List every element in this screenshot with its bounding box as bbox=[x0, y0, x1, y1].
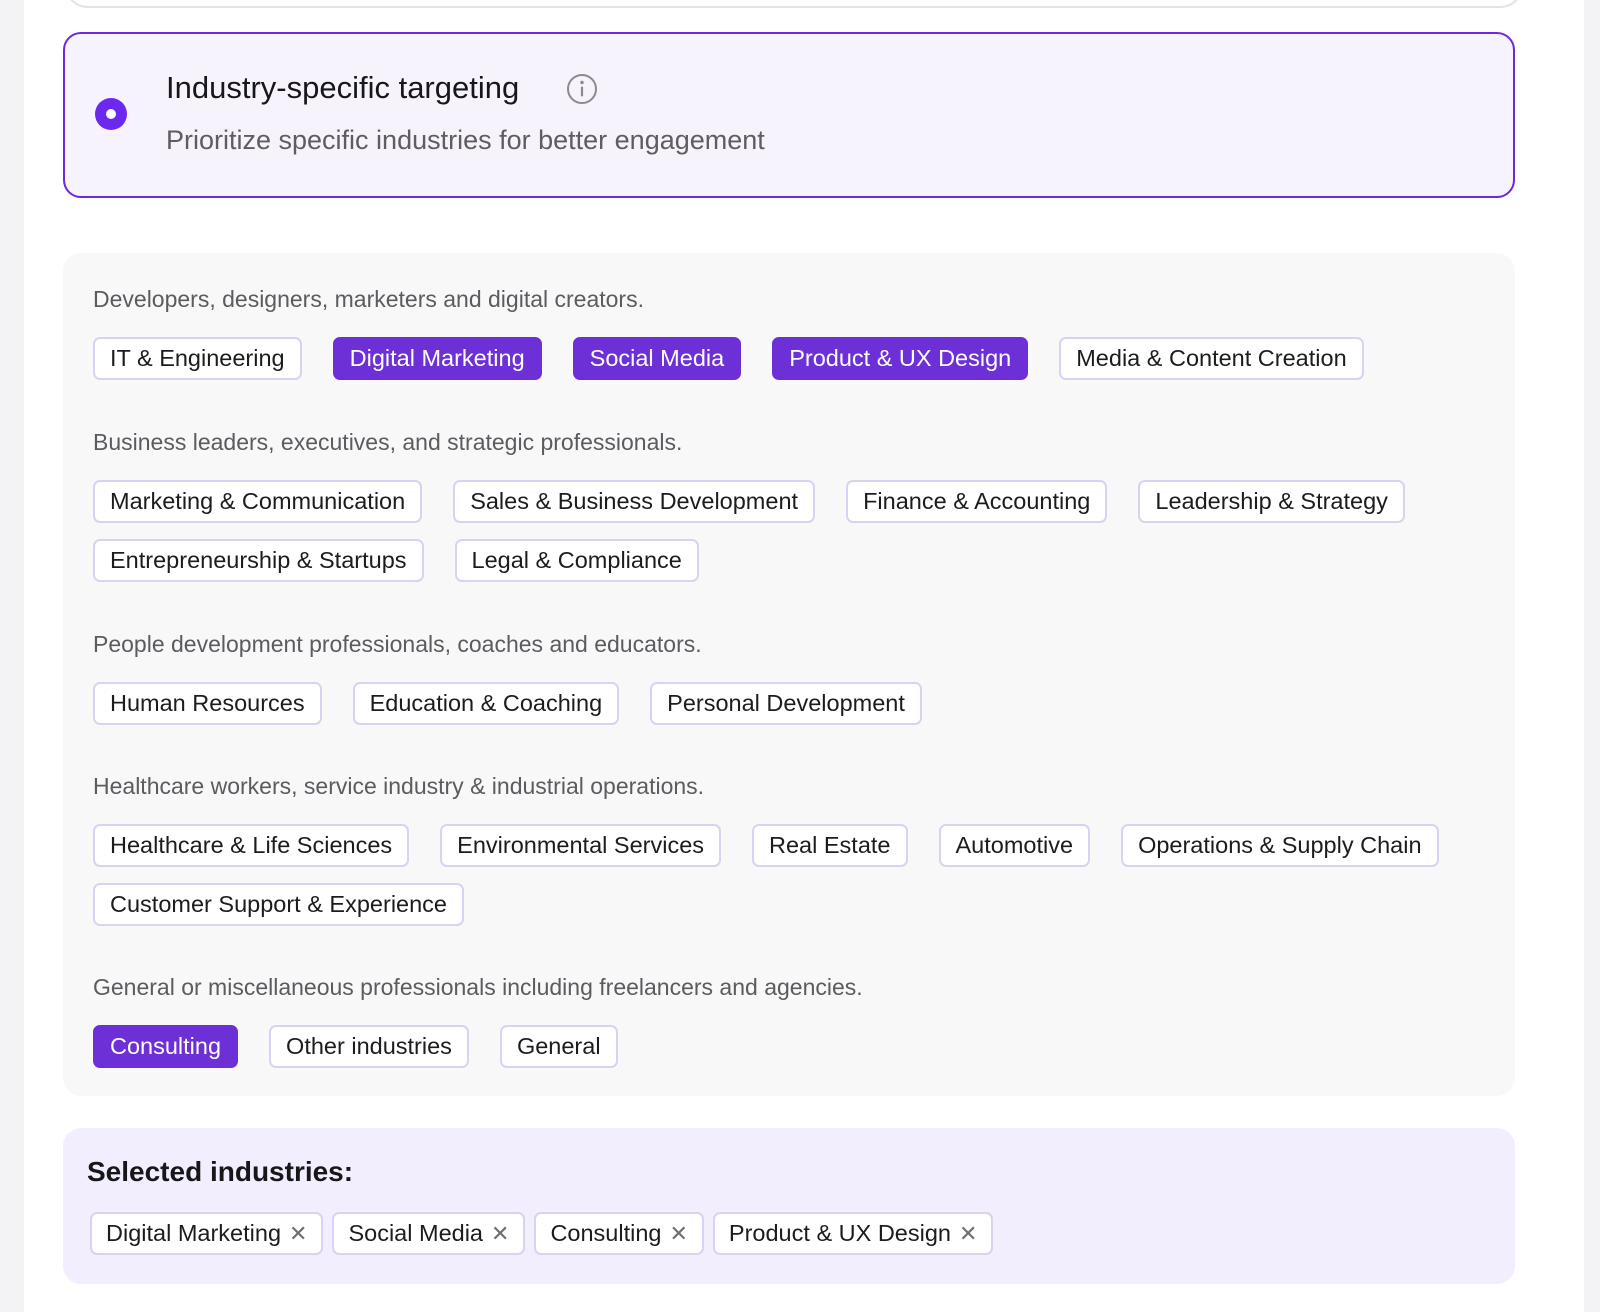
industry-chip[interactable]: Marketing & Communication bbox=[93, 480, 423, 523]
industry-chip[interactable]: Finance & Accounting bbox=[846, 480, 1108, 523]
industry-chip[interactable]: Healthcare & Life Sciences bbox=[93, 824, 410, 867]
chip-list: Human Resources Education & Coaching Per… bbox=[93, 682, 1493, 725]
industry-chip[interactable]: Sales & Business Development bbox=[453, 480, 816, 523]
group-caption: People development professionals, coache… bbox=[93, 631, 702, 657]
industry-chip[interactable]: Media & Content Creation bbox=[1059, 337, 1364, 380]
radio-selected-icon[interactable] bbox=[95, 98, 127, 130]
remove-icon[interactable]: ✕ bbox=[289, 1214, 307, 1253]
remove-icon[interactable]: ✕ bbox=[959, 1214, 977, 1253]
selected-chip-label: Consulting bbox=[550, 1220, 662, 1246]
remove-icon[interactable]: ✕ bbox=[669, 1214, 687, 1253]
industry-targeting-option[interactable]: Industry-specific targeting Prioritize s… bbox=[63, 32, 1515, 198]
chip-list: Consulting Other industries General bbox=[93, 1025, 1493, 1068]
selected-industries-title: Selected industries: bbox=[87, 1156, 354, 1187]
selected-chip: Consulting ✕ bbox=[534, 1212, 704, 1255]
industry-chip[interactable]: Operations & Supply Chain bbox=[1121, 824, 1439, 867]
chip-list: IT & Engineering Digital Marketing Socia… bbox=[93, 337, 1493, 380]
remove-icon[interactable]: ✕ bbox=[491, 1214, 509, 1253]
chip-list: Healthcare & Life Sciences Environmental… bbox=[93, 824, 1493, 926]
group-caption: Business leaders, executives, and strate… bbox=[93, 429, 683, 455]
settings-panel: Industry-specific targeting Prioritize s… bbox=[24, 0, 1584, 1312]
industry-chip[interactable]: Personal Development bbox=[650, 682, 922, 725]
industry-group: People development professionals, coache… bbox=[93, 628, 1493, 725]
chip-list: Marketing & Communication Sales & Busine… bbox=[93, 480, 1493, 582]
group-caption: Healthcare workers, service industry & i… bbox=[93, 773, 705, 799]
selected-chip-label: Product & UX Design bbox=[728, 1220, 951, 1246]
selected-chip-list: Digital Marketing ✕ Social Media ✕ Consu… bbox=[90, 1212, 994, 1255]
industry-chip[interactable]: Social Media bbox=[572, 337, 742, 380]
industry-chip[interactable]: Leadership & Strategy bbox=[1138, 480, 1405, 523]
info-icon[interactable] bbox=[566, 73, 598, 105]
industry-chip[interactable]: Education & Coaching bbox=[352, 682, 620, 725]
option-description: Prioritize specific industries for bette… bbox=[166, 125, 765, 155]
industry-chip[interactable]: Environmental Services bbox=[440, 824, 722, 867]
industry-groups: Developers, designers, marketers and dig… bbox=[63, 253, 1515, 1096]
selected-industries-panel: Selected industries: Digital Marketing ✕… bbox=[63, 1128, 1515, 1284]
industry-group: Healthcare workers, service industry & i… bbox=[93, 770, 1493, 926]
selected-chip: Social Media ✕ bbox=[332, 1212, 526, 1255]
industry-group: General or miscellaneous professionals i… bbox=[93, 971, 1493, 1068]
option-title: Industry-specific targeting bbox=[166, 70, 520, 105]
industry-chip[interactable]: IT & Engineering bbox=[93, 337, 302, 380]
previous-option-card[interactable] bbox=[64, 0, 1524, 8]
industry-chip[interactable]: Entrepreneurship & Startups bbox=[93, 539, 424, 582]
industry-chip[interactable]: Human Resources bbox=[93, 682, 322, 725]
industry-chip[interactable]: Other industries bbox=[269, 1025, 469, 1068]
industry-chip[interactable]: Real Estate bbox=[752, 824, 908, 867]
industry-chip[interactable]: Automotive bbox=[938, 824, 1091, 867]
selected-chip: Product & UX Design ✕ bbox=[712, 1212, 994, 1255]
industry-chip[interactable]: Legal & Compliance bbox=[454, 539, 699, 582]
industry-group: Business leaders, executives, and strate… bbox=[93, 426, 1493, 582]
group-caption: General or miscellaneous professionals i… bbox=[93, 974, 863, 1000]
selected-chip-label: Digital Marketing bbox=[106, 1220, 282, 1246]
industry-chip[interactable]: General bbox=[499, 1025, 618, 1068]
industry-group: Developers, designers, marketers and dig… bbox=[93, 283, 1493, 380]
group-caption: Developers, designers, marketers and dig… bbox=[93, 286, 644, 312]
industry-chip[interactable]: Digital Marketing bbox=[332, 337, 542, 380]
selected-chip: Digital Marketing ✕ bbox=[90, 1212, 324, 1255]
industry-chip[interactable]: Consulting bbox=[93, 1025, 239, 1068]
industry-chip[interactable]: Customer Support & Experience bbox=[93, 883, 464, 926]
industry-chip[interactable]: Product & UX Design bbox=[772, 337, 1029, 380]
selected-chip-label: Social Media bbox=[348, 1220, 483, 1246]
